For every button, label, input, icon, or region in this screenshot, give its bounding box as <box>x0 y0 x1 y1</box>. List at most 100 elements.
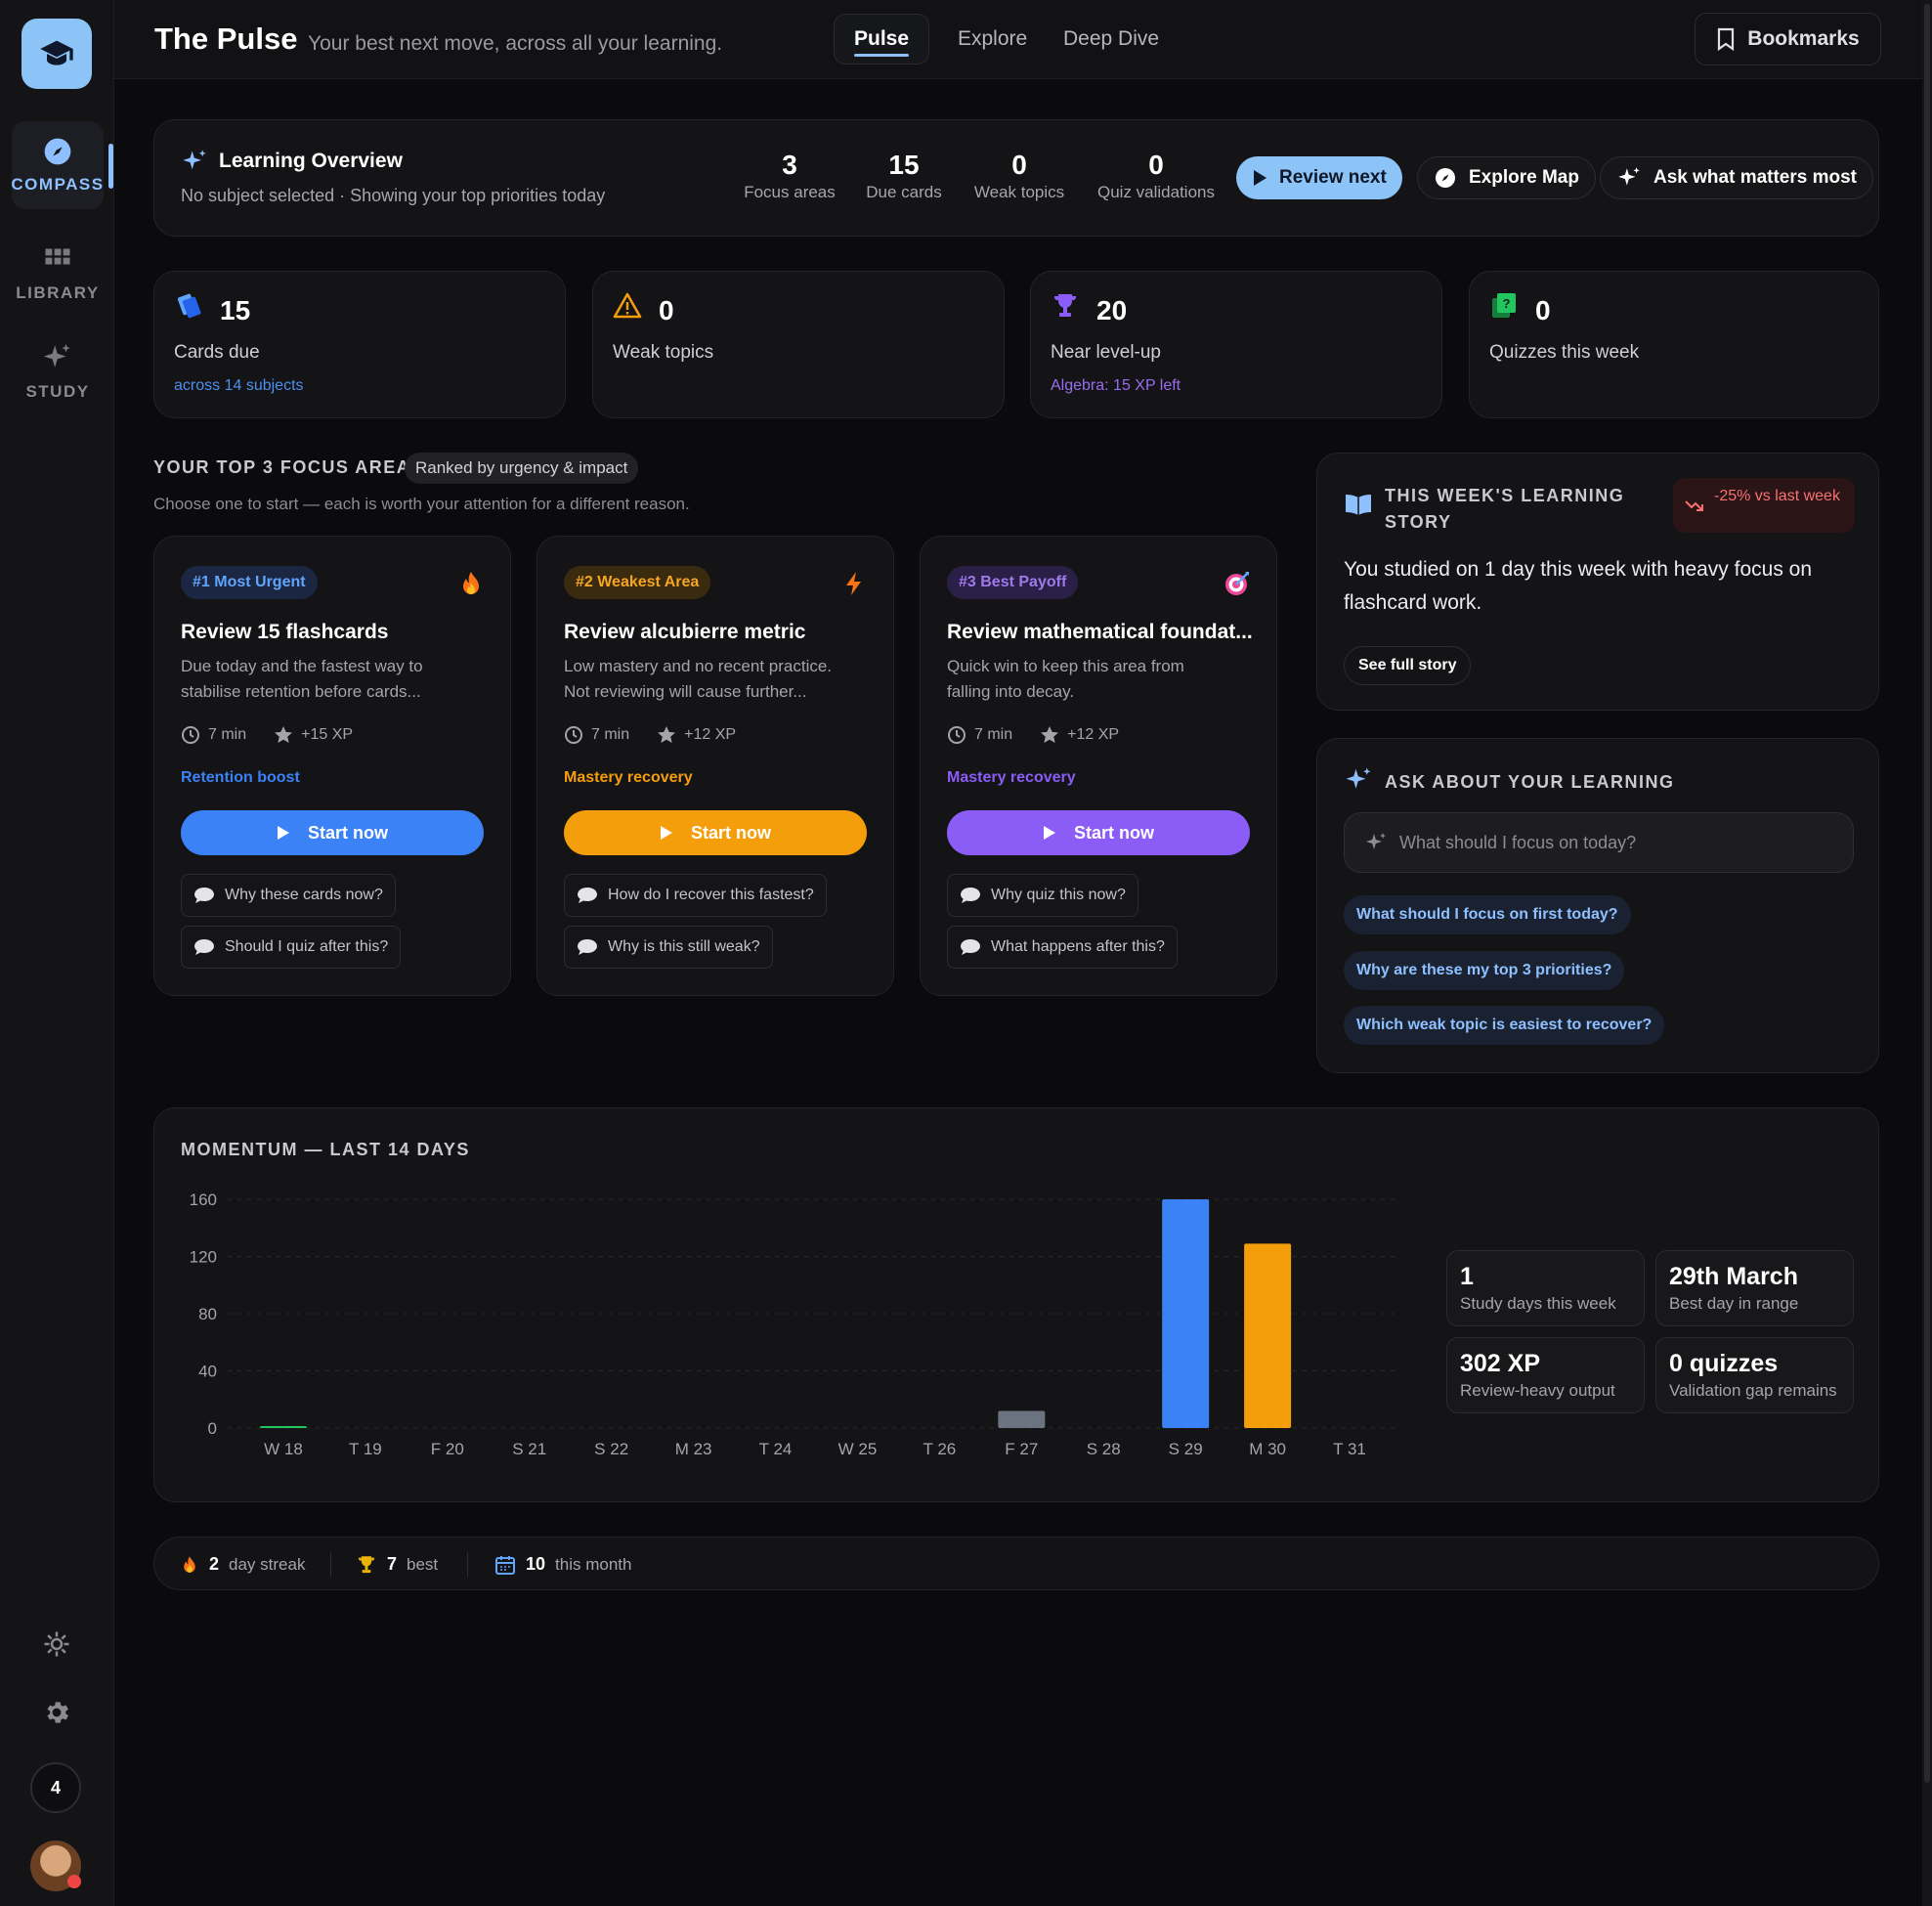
nav-active-indicator <box>108 144 113 189</box>
stat-card-label: Cards due <box>174 342 260 363</box>
question-chip[interactable]: Why quiz this now? <box>947 874 1138 917</box>
question-chip[interactable]: Should I quiz after this? <box>181 926 402 969</box>
momentum-stat-label: Review-heavy output <box>1460 1381 1615 1400</box>
chip-label: Why is this still weak? <box>608 938 760 955</box>
xp-reward: +12 XP <box>657 725 736 745</box>
suggestion-chip[interactable]: Why are these my top 3 priorities? <box>1344 951 1625 990</box>
trophy-icon <box>358 1555 375 1573</box>
ask-input[interactable]: What should I focus on today? <box>1344 812 1854 873</box>
calendar-icon <box>495 1555 515 1575</box>
momentum-stat-value: 0 quizzes <box>1669 1350 1779 1377</box>
momentum-chart: 0 40 80 120 160 W 18 T 19 F 20 S 21 S 22 M 23 T 24 W… <box>190 1191 1395 1458</box>
streak-value: 10 <box>526 1554 546 1574</box>
start-now-button[interactable]: Start now <box>181 810 484 855</box>
focus-tag: Retention boost <box>181 769 300 786</box>
momentum-stat-label: Study days this week <box>1460 1294 1616 1313</box>
chart-bar[interactable] <box>1162 1199 1210 1428</box>
momentum-stat-label: Best day in range <box>1669 1294 1799 1313</box>
focus-description: Due today and the fastest way to stabili… <box>181 657 423 701</box>
tab-deep-dive[interactable]: Deep Dive <box>1044 14 1179 65</box>
y-tick-label: 120 <box>190 1248 217 1267</box>
x-tick-label: S 29 <box>1169 1440 1203 1458</box>
overview-stat-focus: 3 Focus areas <box>741 150 838 202</box>
stat-label: Due cards <box>866 183 942 201</box>
chart-bar[interactable] <box>259 1426 307 1428</box>
question-chip[interactable]: How do I recover this fastest? <box>564 874 827 917</box>
grid-icon <box>45 248 70 265</box>
question-chip[interactable]: What happens after this? <box>947 926 1178 969</box>
streak-value: 2 <box>209 1554 220 1574</box>
tab-pulse[interactable]: Pulse <box>834 14 930 65</box>
nav-study[interactable]: STUDY <box>12 327 104 415</box>
question-chip[interactable]: Why is this still weak? <box>564 926 773 969</box>
sparkle-icon <box>43 343 70 368</box>
speech-bubble-icon <box>194 888 214 903</box>
nav-library[interactable]: LIBRARY <box>12 231 104 319</box>
tab-deep-dive-label: Deep Dive <box>1063 27 1160 50</box>
story-heading: THIS WEEK'S LEARNING STORY <box>1385 486 1625 532</box>
tab-explore[interactable]: Explore <box>938 14 1047 65</box>
top-header: The Pulse Your best next move, across al… <box>114 0 1932 79</box>
stat-value: 3 <box>782 150 797 180</box>
bookmarks-label: Bookmarks <box>1747 27 1860 50</box>
divider <box>330 1552 331 1577</box>
see-full-story-button[interactable]: See full story <box>1344 646 1472 685</box>
chart-bar[interactable] <box>998 1410 1046 1428</box>
ask-input-placeholder: What should I focus on today? <box>1399 832 1637 852</box>
question-chip[interactable]: Why these cards now? <box>181 874 396 917</box>
chart-bar[interactable] <box>1244 1243 1292 1428</box>
start-now-button[interactable]: Start now <box>564 810 867 855</box>
y-tick-label: 80 <box>198 1305 217 1323</box>
quiz-book-icon: ? <box>1492 293 1516 318</box>
target-settings-icon[interactable] <box>39 1626 74 1662</box>
stat-card-near-level-up[interactable]: 20 Near level-up Algebra: 15 XP left <box>1030 271 1442 418</box>
x-tick-label: T 19 <box>349 1440 382 1458</box>
y-tick-label: 0 <box>208 1419 217 1438</box>
star-icon <box>1041 726 1059 743</box>
notification-count-badge[interactable]: 4 <box>30 1762 81 1813</box>
fire-icon <box>463 572 479 594</box>
focus-meta: 7 min +12 XP <box>947 725 1119 745</box>
nav-library-label: LIBRARY <box>16 283 100 302</box>
overview-stat-due: 15 Due cards <box>855 150 953 202</box>
suggestion-chip[interactable]: What should I focus on first today? <box>1344 895 1631 934</box>
xp-reward: +15 XP <box>274 725 353 745</box>
speech-bubble-icon <box>194 939 214 955</box>
start-now-button[interactable]: Start now <box>947 810 1250 855</box>
compass-icon <box>44 138 71 165</box>
lightning-icon <box>846 572 861 595</box>
review-next-button[interactable]: Review next <box>1236 156 1402 199</box>
scrollbar-track[interactable] <box>1922 0 1932 1906</box>
scrollbar-thumb[interactable] <box>1924 4 1930 1783</box>
nav-compass[interactable]: COMPASS <box>11 121 104 209</box>
momentum-stat-label: Validation gap remains <box>1669 1381 1837 1400</box>
star-icon <box>658 726 676 743</box>
status-dot <box>67 1875 81 1888</box>
x-tick-label: M 30 <box>1249 1440 1286 1458</box>
start-now-label: Start now <box>1073 822 1154 843</box>
bookmark-icon <box>1718 27 1735 51</box>
stat-card-label: Quizzes this week <box>1489 342 1640 363</box>
x-tick-label: W 25 <box>838 1440 878 1458</box>
stat-card-weak-topics[interactable]: 0 Weak topics <box>592 271 1005 418</box>
gear-icon[interactable] <box>39 1695 74 1730</box>
focus-heading: YOUR TOP 3 FOCUS AREAS <box>153 457 424 477</box>
focus-title: Review alcubierre metric <box>564 621 806 643</box>
app-logo[interactable] <box>21 19 92 89</box>
focus-tag: Mastery recovery <box>947 769 1076 786</box>
stat-card-value: 0 <box>659 295 674 325</box>
divider <box>467 1552 468 1577</box>
notification-count: 4 <box>50 1777 61 1798</box>
ask-what-matters-button[interactable]: Ask what matters most <box>1600 156 1874 199</box>
time-label: 7 min <box>591 726 630 743</box>
compass-icon <box>1436 168 1455 188</box>
bookmarks-button[interactable]: Bookmarks <box>1695 13 1881 65</box>
explore-map-button[interactable]: Explore Map <box>1417 156 1596 199</box>
stat-card-cards-due[interactable]: 15 Cards due across 14 subjects <box>153 271 566 418</box>
stat-value: 0 <box>1011 150 1027 180</box>
suggestion-chip[interactable]: Which weak topic is easiest to recover? <box>1344 1006 1665 1045</box>
stat-card-quizzes[interactable]: ? 0 Quizzes this week <box>1469 271 1879 418</box>
x-tick-label: F 20 <box>431 1440 464 1458</box>
x-tick-label: T 31 <box>1333 1440 1366 1458</box>
focus-title: Review mathematical foundat... <box>947 621 1253 643</box>
